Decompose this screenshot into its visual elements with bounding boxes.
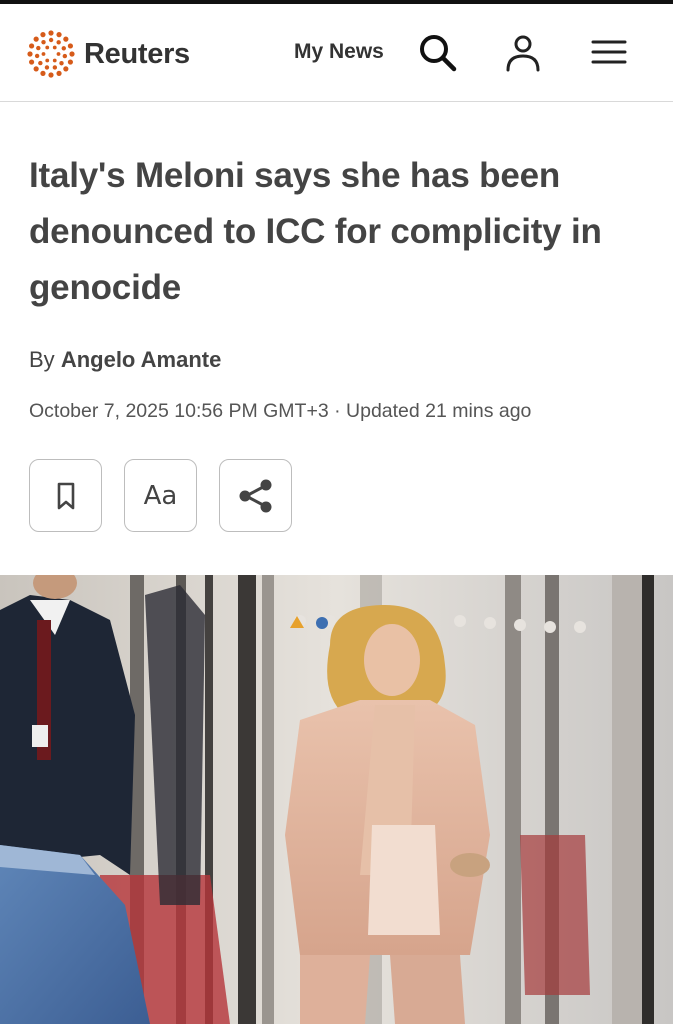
share-icon xyxy=(239,479,271,512)
reuters-logo-icon xyxy=(27,30,75,78)
menu-icon[interactable] xyxy=(589,32,629,72)
article-dateline: October 7, 2025 10:56 PM GMT+3 · Updated… xyxy=(29,400,532,422)
share-button[interactable] xyxy=(219,459,292,532)
article-actions: Aa xyxy=(29,459,292,532)
byline: By Angelo Amante xyxy=(29,347,221,373)
text-size-button[interactable]: Aa xyxy=(124,459,197,532)
site-header: Reuters My News xyxy=(0,4,673,102)
byline-prefix: By xyxy=(29,347,55,372)
author-link[interactable]: Angelo Amante xyxy=(61,347,222,372)
user-icon[interactable] xyxy=(503,32,543,72)
article-photo[interactable] xyxy=(0,575,673,1024)
search-icon[interactable] xyxy=(417,32,457,72)
bookmark-icon xyxy=(57,482,74,509)
article-headline: Italy's Meloni says she has been denounc… xyxy=(29,156,602,307)
my-news-link[interactable]: My News xyxy=(294,40,384,64)
reuters-logo[interactable]: Reuters xyxy=(26,28,190,80)
bookmark-button[interactable] xyxy=(29,459,102,532)
text-size-label: Aa xyxy=(143,480,178,511)
brand-name: Reuters xyxy=(84,37,190,70)
